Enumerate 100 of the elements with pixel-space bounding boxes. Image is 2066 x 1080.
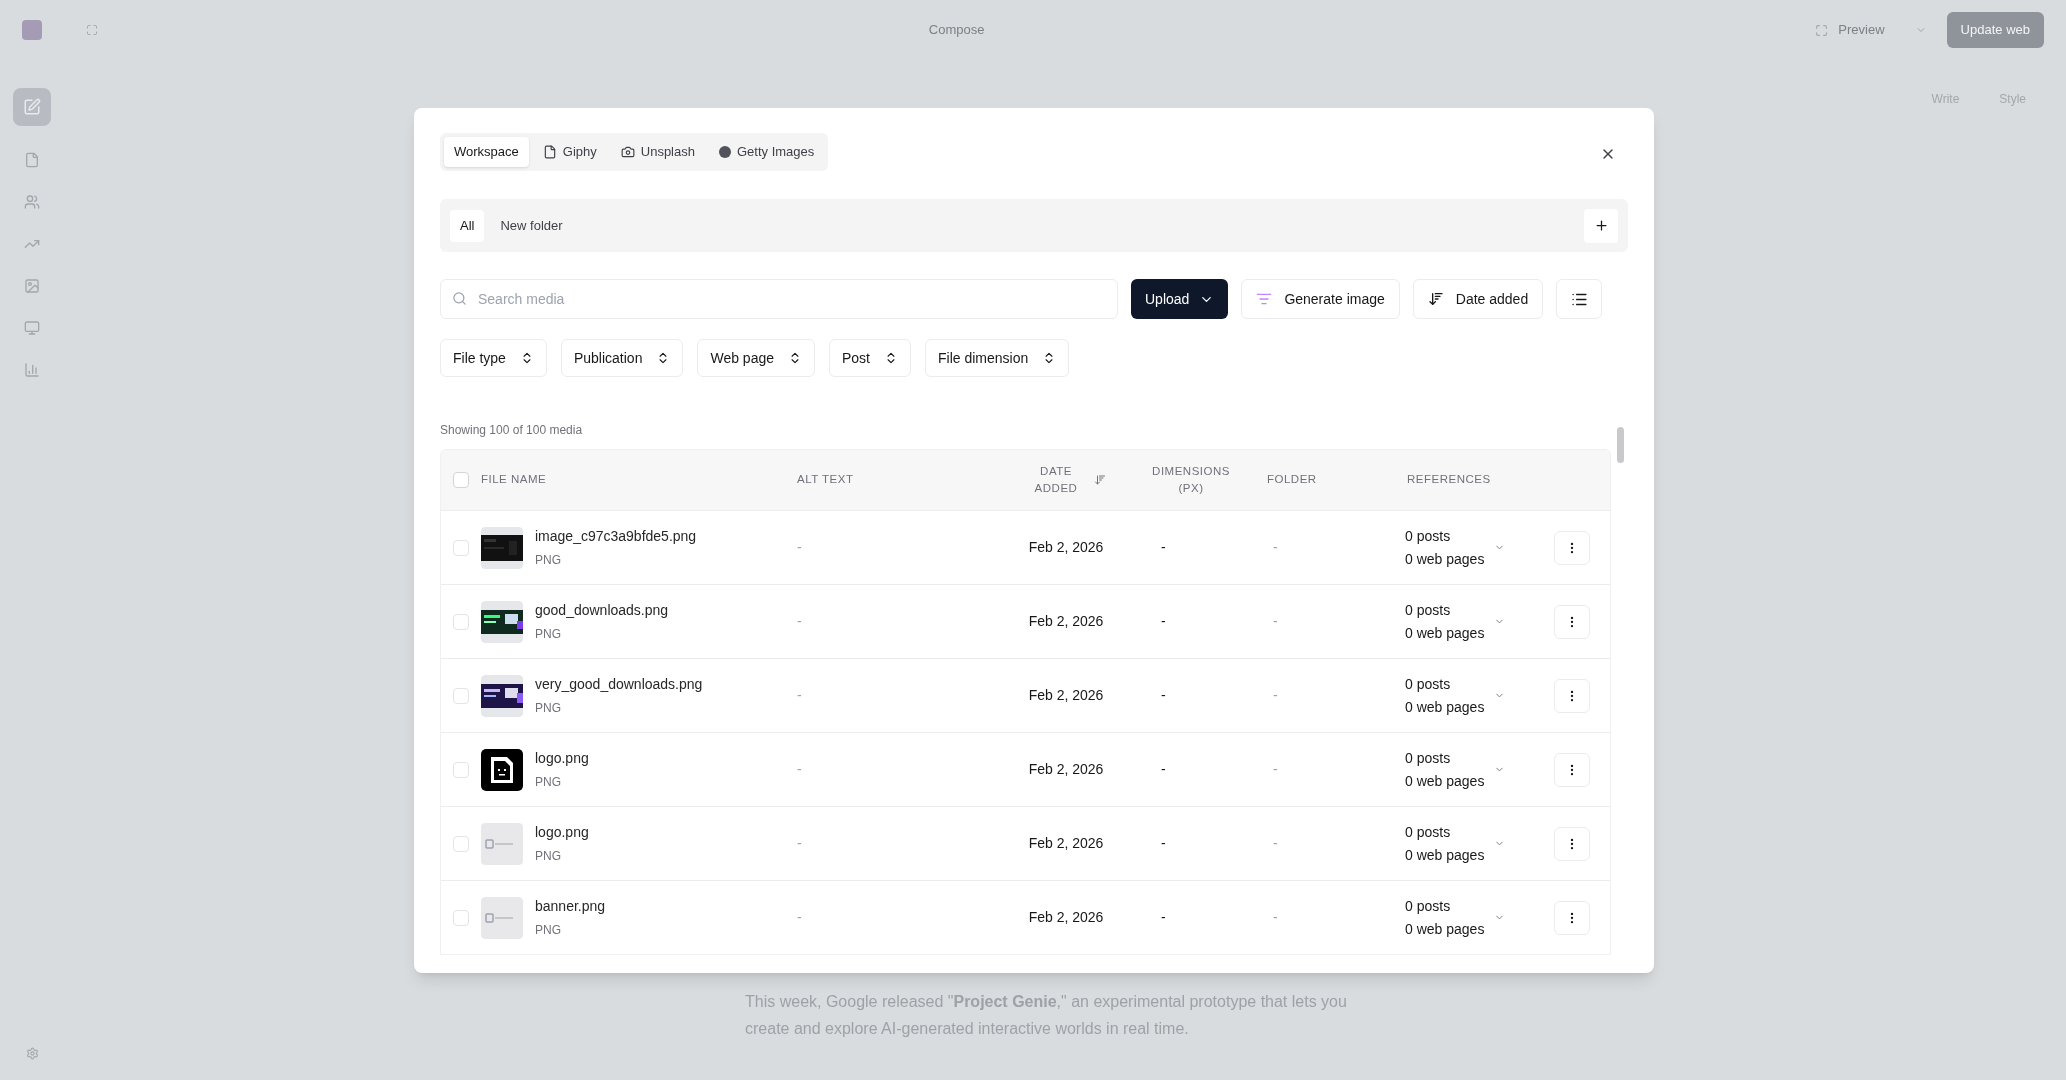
search-icon: [452, 291, 467, 306]
posts-count: 0 posts: [1405, 674, 1452, 694]
document-icon[interactable]: [24, 152, 40, 168]
scrollbar[interactable]: [1617, 427, 1624, 463]
source-tab[interactable]: Getty Images: [708, 137, 825, 167]
row-checkbox[interactable]: [453, 613, 469, 630]
search-field[interactable]: Search media: [440, 279, 1118, 319]
app-logo-icon[interactable]: [22, 20, 42, 40]
table-cell-text: Feb 2, 2026: [1028, 686, 1104, 705]
file-name: very_good_downloads.png: [535, 675, 703, 694]
file-name: banner.png: [535, 897, 606, 916]
row-checkbox[interactable]: [453, 761, 469, 778]
source-tab[interactable]: Workspace: [444, 137, 529, 167]
sort-button[interactable]: Date added: [1412, 279, 1544, 319]
row-checkbox[interactable]: [453, 909, 469, 926]
web-pages-count: 0 web pages: [1405, 845, 1485, 865]
table-cell-text: Feb 2, 2026: [1028, 834, 1104, 853]
bar-chart-icon[interactable]: [24, 362, 40, 378]
web-pages-count: 0 web pages: [1405, 623, 1485, 643]
table-cell: -: [797, 613, 802, 629]
filter-dropdown[interactable]: Web page: [697, 339, 815, 377]
column-header: DIMENSIONS (PX): [1151, 463, 1231, 496]
file-name: logo.png: [535, 749, 589, 768]
web-pages-count: 0 web pages: [1405, 919, 1485, 939]
column-header: REFERENCES: [1407, 472, 1491, 488]
file-type: PNG: [535, 774, 562, 791]
table-cell: -: [1273, 761, 1278, 777]
table-cell: -: [1273, 835, 1278, 851]
file-type: PNG: [535, 552, 562, 569]
table-cell: -: [1273, 687, 1278, 703]
web-pages-count: 0 web pages: [1405, 771, 1485, 791]
expand-icon: [1815, 23, 1829, 37]
source-tab[interactable]: Unsplash: [610, 137, 705, 167]
select-all-checkbox[interactable]: [453, 472, 469, 488]
more-options-button[interactable]: [1553, 826, 1590, 861]
filter-dropdown[interactable]: Post: [829, 339, 911, 377]
more-options-button[interactable]: [1553, 752, 1590, 787]
list-view-button[interactable]: [1556, 279, 1603, 319]
monitor-icon[interactable]: [24, 320, 40, 336]
table-cell: -: [1161, 909, 1166, 925]
media-count: Showing 100 of 100 media: [440, 422, 584, 439]
file-type: PNG: [535, 922, 562, 939]
table-cell: -: [797, 835, 802, 851]
column-header: DATE ADDED: [1033, 463, 1079, 496]
table-cell: -: [797, 761, 802, 777]
image-icon[interactable]: [24, 278, 40, 294]
table-cell: -: [1161, 539, 1166, 555]
page-title: Compose: [928, 21, 985, 40]
filter-dropdown[interactable]: Publication: [560, 339, 684, 377]
table-cell: -: [1161, 835, 1166, 851]
more-options-button[interactable]: [1553, 900, 1590, 935]
table-cell: -: [797, 909, 802, 925]
folder-tab[interactable]: All: [450, 209, 485, 242]
row-checkbox[interactable]: [453, 539, 469, 556]
table-cell: -: [797, 687, 802, 703]
column-header: FILE NAME: [481, 472, 547, 488]
posts-count: 0 posts: [1405, 526, 1452, 546]
sort-icon[interactable]: [1094, 474, 1106, 486]
filter-dropdown[interactable]: File type: [440, 339, 547, 377]
source-tab[interactable]: Giphy: [532, 137, 607, 167]
file-name: logo.png: [535, 823, 589, 842]
column-header: FOLDER: [1267, 472, 1317, 488]
file-name: good_downloads.png: [535, 601, 669, 620]
table-cell-text: Feb 2, 2026: [1028, 538, 1104, 557]
posts-count: 0 posts: [1405, 748, 1452, 768]
row-checkbox[interactable]: [453, 835, 469, 852]
table-cell: -: [1161, 687, 1166, 703]
posts-count: 0 posts: [1405, 896, 1452, 916]
upload-button[interactable]: Upload: [1131, 279, 1229, 319]
table-cell: -: [1161, 613, 1166, 629]
people-icon[interactable]: [24, 194, 40, 210]
edit-icon: [23, 98, 41, 116]
more-options-button[interactable]: [1553, 678, 1590, 713]
row-checkbox[interactable]: [453, 687, 469, 704]
table-cell-text: Feb 2, 2026: [1028, 908, 1104, 927]
file-type: PNG: [535, 700, 562, 717]
camera-icon: [620, 145, 635, 159]
file-type: PNG: [535, 848, 562, 865]
table-cell: -: [797, 539, 802, 555]
web-pages-count: 0 web pages: [1405, 697, 1485, 717]
column-header: ALT TEXT: [797, 472, 854, 488]
table-cell: -: [1273, 613, 1278, 629]
more-options-button[interactable]: [1553, 604, 1590, 639]
filter-dropdown[interactable]: File dimension: [925, 339, 1070, 377]
document-icon: [542, 145, 557, 159]
posts-count: 0 posts: [1405, 600, 1452, 620]
article-paragraph: This week, Google released "Project Genie," an experimental prototype that lets you create and explore AI-generated interactive worlds in real time.: [745, 992, 1348, 1039]
generate-image-button[interactable]: Generate image: [1241, 279, 1400, 319]
file-name: image_c97c3a9bfde5.png: [535, 527, 697, 546]
sort-icon: [1427, 291, 1444, 307]
more-options-button[interactable]: [1553, 530, 1590, 565]
folder-tab[interactable]: New folder: [490, 209, 573, 242]
add-folder-button[interactable]: [1584, 208, 1618, 243]
table-cell: -: [1273, 909, 1278, 925]
settings-icon[interactable]: [26, 1047, 39, 1060]
edit-tab[interactable]: [13, 88, 51, 126]
file-type: PNG: [535, 626, 562, 643]
web-pages-count: 0 web pages: [1405, 549, 1485, 569]
plus-icon: [1593, 218, 1609, 233]
table-cell-text: Feb 2, 2026: [1028, 760, 1104, 779]
